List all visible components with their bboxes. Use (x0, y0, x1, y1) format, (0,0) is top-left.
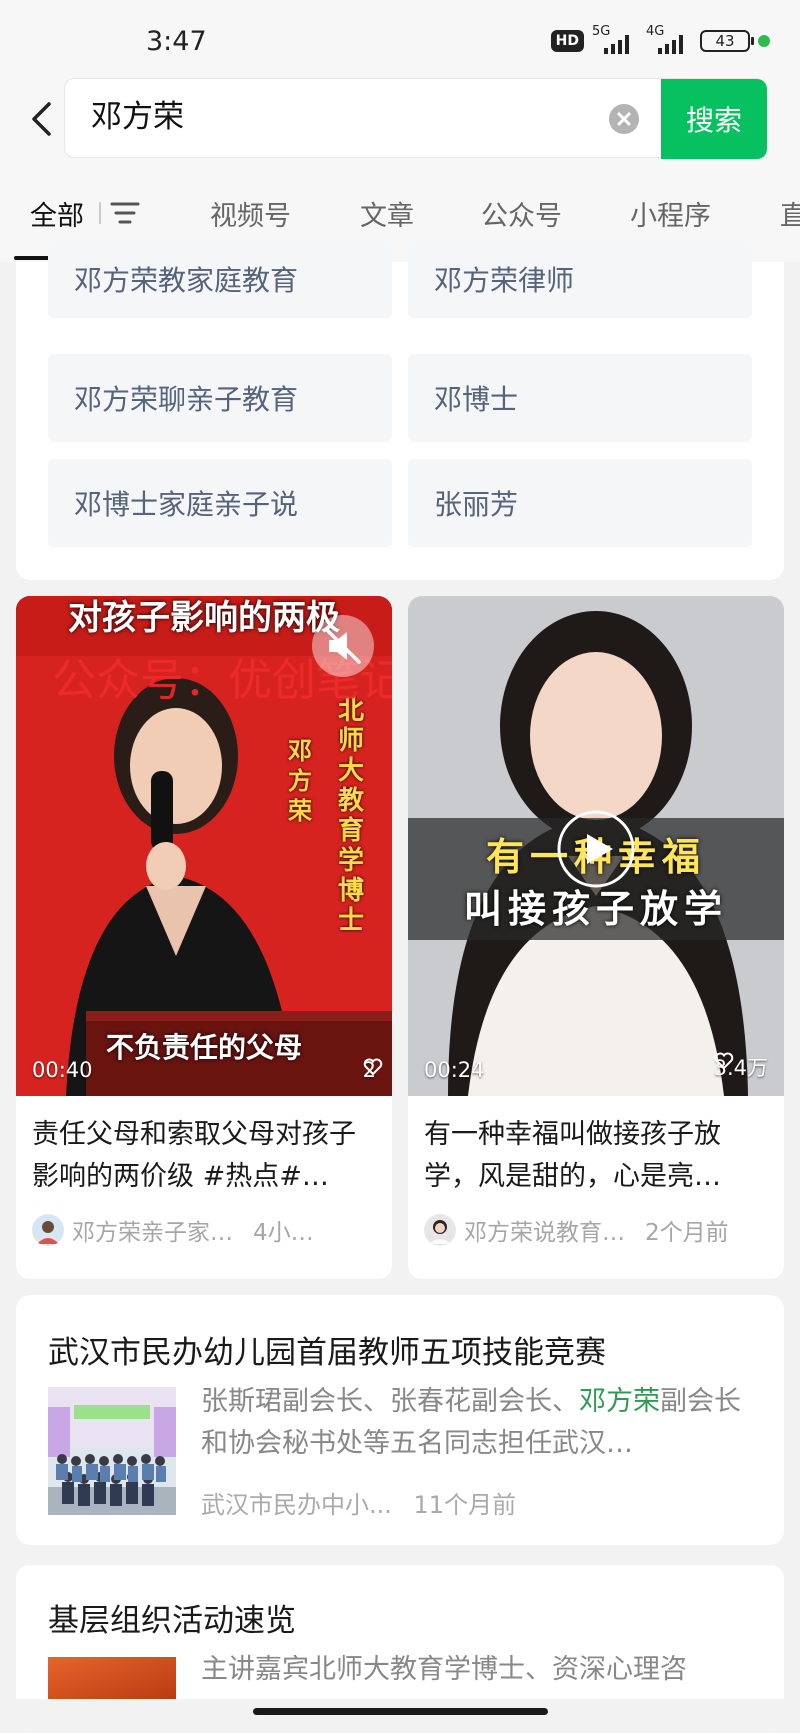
article-snippet-text: 张斯珺副会长、张春花副会长、 (201, 1386, 579, 1417)
article-thumbnail-image (48, 1657, 176, 1702)
video-card[interactable]: 有一种幸福 叫接孩子放学 00:24 3.4万 有一种幸福叫做接孩子放学，风是甜… (408, 596, 784, 1279)
related-search-chip[interactable]: 邓博士家庭亲子说 (48, 459, 392, 547)
signal-5g-icon: 5G (592, 24, 638, 54)
article-source[interactable]: 武汉市民办中小... (201, 1491, 392, 1519)
video-overlay-name: 邓方荣 (288, 737, 312, 825)
heart-icon (363, 1058, 382, 1076)
play-icon[interactable] (556, 809, 636, 889)
status-bar: 3:47 HD 5G 4G 43 (0, 0, 800, 78)
video-time-ago: 4小… (253, 1220, 314, 1246)
video-likes: 3.4万 (714, 1052, 768, 1082)
article-meta: 武汉市民办中小... 11个月前 (201, 1485, 516, 1520)
tab-all[interactable]: 全部 (30, 194, 84, 233)
article-title[interactable]: 基层组织活动速览 (48, 1595, 296, 1640)
video-duration: 00:24 (424, 1058, 485, 1082)
article-thumbnail[interactable] (48, 1657, 176, 1702)
article-time-ago: 11个月前 (413, 1491, 517, 1519)
tab-articles[interactable]: 文章 (360, 194, 414, 233)
author-avatar[interactable] (32, 1214, 64, 1246)
video-time-ago: 2个月前 (645, 1220, 729, 1246)
bottom-mask (16, 1699, 784, 1733)
article-card[interactable]: 武汉市民办幼儿园首届教师五项技能竞赛 张斯珺副会长、张春花副会长、邓方荣副会长和… (16, 1295, 784, 1545)
video-duration: 00:40 (32, 1058, 93, 1082)
tab-live[interactable]: 直 (780, 194, 800, 233)
tab-official-accounts[interactable]: 公众号 (481, 194, 562, 233)
article-title[interactable]: 武汉市民办幼儿园首届教师五项技能竞赛 (48, 1327, 606, 1372)
video-author[interactable]: 邓方荣说教育… (464, 1213, 625, 1247)
article-snippet-highlight: 邓方荣 (579, 1386, 660, 1417)
video-card[interactable]: 对孩子影响的两极 北师大教育学博士 邓方荣 不负责任的父母 公众号：优创笔记 0… (16, 596, 392, 1279)
article-thumbnail[interactable] (48, 1387, 176, 1515)
search-header: 搜索 (0, 78, 800, 180)
video-title[interactable]: 责任父母和索取父母对孩子影响的两价级 #热点#… (32, 1114, 378, 1198)
privacy-dot-icon (758, 35, 770, 47)
article-snippet: 张斯珺副会长、张春花副会长、邓方荣副会长和协会秘书处等五名同志担任武汉… (201, 1381, 761, 1465)
status-time: 3:47 (146, 26, 207, 57)
related-search-chip[interactable]: 邓方荣聊亲子教育 (48, 354, 392, 442)
battery-icon: 43 (700, 30, 754, 52)
related-searches-card: 邓方荣教家庭教育 邓方荣律师 邓方荣聊亲子教育 邓博士 邓博士家庭亲子说 张丽芳 (16, 240, 784, 580)
video-author[interactable]: 邓方荣亲子家… (72, 1213, 233, 1247)
video-overlay-side: 北师大教育学博士 (338, 696, 365, 936)
search-button[interactable]: 搜索 (661, 79, 767, 159)
related-search-chip[interactable]: 邓方荣教家庭教育 (48, 240, 392, 318)
hd-badge: HD (550, 30, 584, 52)
signal-4g-icon: 4G (646, 24, 692, 54)
author-avatar[interactable] (424, 1214, 456, 1246)
video-meta: 邓方荣说教育… 2个月前 (424, 1213, 774, 1247)
chevron-left-icon[interactable] (22, 94, 62, 144)
article-snippet: 主讲嘉宾北师大教育学博士、资深心理咨 (201, 1654, 687, 1685)
filter-icon[interactable] (98, 198, 142, 228)
tab-mini-programs[interactable]: 小程序 (630, 194, 711, 233)
related-search-chip[interactable]: 邓方荣律师 (408, 240, 752, 318)
related-search-chip[interactable]: 邓博士 (408, 354, 752, 442)
search-input[interactable] (91, 95, 591, 131)
status-icons: HD 5G 4G 43 (550, 24, 770, 54)
tab-channels[interactable]: 视频号 (210, 194, 291, 233)
video-likes: 2 (363, 1058, 382, 1082)
video-thumbnail[interactable]: 有一种幸福 叫接孩子放学 00:24 3.4万 (408, 596, 784, 1096)
video-title[interactable]: 有一种幸福叫做接孩子放学，风是甜的，心是亮… (424, 1114, 770, 1198)
video-meta: 邓方荣亲子家… 4小… (32, 1213, 382, 1247)
search-box[interactable]: 搜索 (64, 78, 767, 159)
video-thumbnail[interactable]: 对孩子影响的两极 北师大教育学博士 邓方荣 不负责任的父母 公众号：优创笔记 0… (16, 596, 392, 1096)
clear-circle-icon[interactable] (608, 103, 640, 135)
heart-icon (714, 1052, 733, 1070)
article-thumbnail-image (48, 1387, 176, 1515)
mute-icon[interactable] (311, 614, 375, 678)
home-indicator[interactable] (253, 1708, 548, 1715)
related-search-chip[interactable]: 张丽芳 (408, 459, 752, 547)
